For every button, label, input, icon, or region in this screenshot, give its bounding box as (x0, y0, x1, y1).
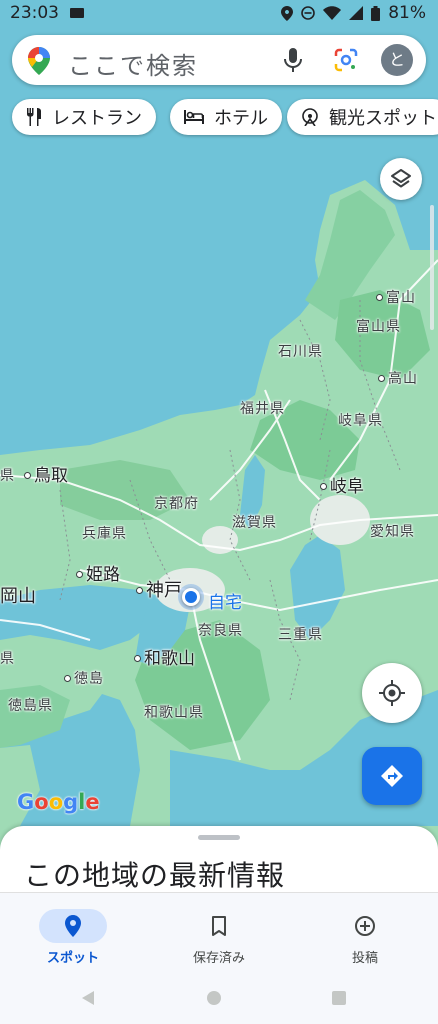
directions-icon (381, 765, 403, 787)
back-icon[interactable] (80, 990, 96, 1006)
search-input[interactable]: ここで検索 (68, 46, 198, 81)
map-label-edge-ken-2: 県 (0, 651, 15, 667)
chip-restaurant[interactable]: レストラン (12, 99, 156, 135)
map-label-toyama-pref: 富山県 (356, 319, 401, 335)
status-bar: 23:03 81% (0, 0, 438, 28)
google-logo: Google (17, 790, 100, 814)
map-label-gifu[interactable]: 岐阜 (320, 472, 364, 497)
map-label-tokushima-pref: 徳島県 (8, 698, 53, 714)
battery-percent: 81% (388, 3, 426, 23)
home-icon[interactable] (206, 990, 222, 1006)
attraction-icon (301, 108, 319, 126)
map-label-okayama[interactable]: 岡山 (0, 582, 36, 608)
restaurant-icon (26, 108, 42, 126)
chip-label: ホテル (214, 108, 268, 129)
nav-label: 投稿 (351, 951, 378, 966)
chip-label: レストラン (52, 108, 142, 129)
google-maps-pin-icon (28, 47, 50, 75)
chip-attraction[interactable]: 観光スポット (287, 99, 438, 135)
map-label-fukui-pref: 福井県 (240, 401, 285, 417)
nav-item-post[interactable]: 投稿 (292, 893, 438, 975)
scroll-indicator (430, 205, 434, 330)
sheet-drag-handle[interactable] (198, 835, 240, 840)
directions-button[interactable] (362, 747, 422, 805)
google-lens-icon[interactable] (334, 48, 358, 72)
hotel-icon (184, 110, 204, 124)
dnd-status-icon (301, 6, 316, 20)
map-label-tokushima[interactable]: 徳島 (64, 668, 104, 688)
map-label-wakayama[interactable]: 和歌山 (134, 644, 195, 669)
map-label-shiga-pref: 滋賀県 (232, 515, 277, 531)
nav-item-spot[interactable]: スポット (0, 893, 146, 975)
nav-label: スポット (46, 951, 99, 966)
bottom-nav: スポット 保存済み 投稿 (0, 892, 438, 974)
map-label-hyogo-pref: 兵庫県 (82, 526, 127, 542)
add-circle-icon (355, 916, 375, 936)
mail-notification-icon (70, 8, 84, 18)
map-label-kyoto-pref: 京都府 (154, 496, 199, 512)
map-label-wakayama-pref: 和歌山県 (144, 705, 204, 721)
mic-icon[interactable] (284, 48, 302, 72)
map-label-aichi-pref: 愛知県 (370, 524, 415, 540)
location-pin-icon (65, 915, 81, 937)
avatar[interactable]: と (381, 44, 413, 76)
search-bar[interactable]: ここで検索 と (12, 35, 426, 85)
map-label-tottori[interactable]: 鳥取 (24, 461, 68, 486)
wifi-status-icon (323, 6, 342, 20)
map-label-toyama[interactable]: 富山 (376, 287, 416, 307)
map-label-gifu-pref: 岐阜県 (338, 413, 383, 429)
map-label-home[interactable]: 自宅 (208, 588, 242, 613)
map-label-ishikawa-pref: 石川県 (278, 344, 323, 360)
nav-item-saved[interactable]: 保存済み (146, 893, 292, 975)
chip-hotel[interactable]: ホテル (170, 99, 282, 135)
map-label-mie-pref: 三重県 (278, 627, 323, 643)
nav-label: 保存済み (192, 951, 245, 966)
sheet-title: この地域の最新情報 (24, 859, 286, 892)
signal-status-icon (349, 6, 364, 20)
map-label-nara-pref: 奈良県 (198, 623, 243, 639)
status-time: 23:03 (10, 3, 59, 23)
system-nav-bar (0, 974, 438, 1024)
current-location-dot[interactable] (182, 588, 200, 606)
bookmark-icon (212, 916, 226, 936)
my-location-icon (379, 680, 405, 706)
map-label-kobe[interactable]: 神戸 (136, 576, 182, 602)
location-status-icon (281, 5, 294, 21)
layers-icon (391, 169, 411, 188)
battery-status-icon (371, 5, 381, 21)
map-label-himeji[interactable]: 姫路 (76, 560, 120, 585)
recents-icon[interactable] (331, 990, 347, 1006)
map-label-takayama[interactable]: 高山 (378, 368, 418, 388)
chip-label: 観光スポット (329, 108, 437, 129)
layers-button[interactable] (380, 158, 422, 200)
my-location-button[interactable] (362, 663, 422, 723)
map-label-edge-ken-1: 県 (0, 468, 15, 484)
